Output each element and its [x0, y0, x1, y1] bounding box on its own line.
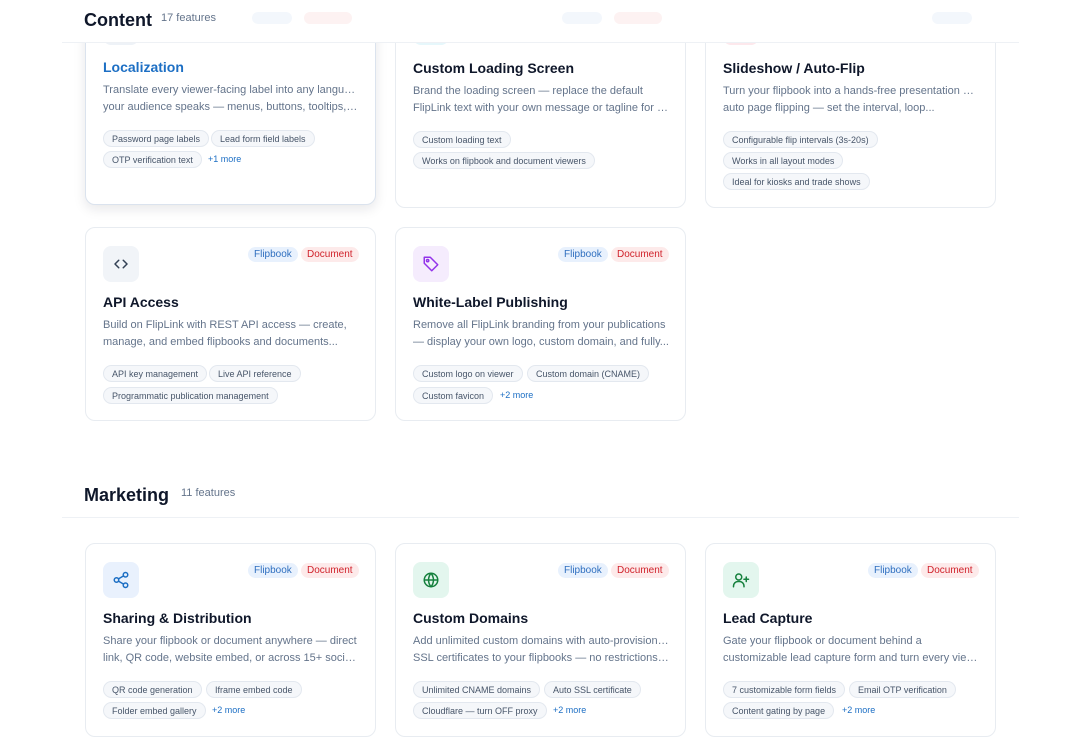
card-title: Sharing & Distribution: [103, 610, 252, 626]
feature-card-lead-capture[interactable]: Flipbook Document Lead Capture Gate your…: [705, 543, 996, 737]
feature-tag: Works on flipbook and document viewers: [413, 152, 595, 169]
more-tags-link[interactable]: +2 more: [212, 702, 245, 719]
section-title: Marketing: [84, 485, 170, 505]
card-description: Gate your flipbook or document behind a …: [723, 635, 979, 664]
section-header-marketing: Marketing 11 features: [62, 475, 1019, 518]
card-description: Build on FlipLink with REST API access —…: [103, 319, 347, 348]
card-description: Share your flipbook or document anywhere…: [103, 635, 359, 664]
feature-tag: Ideal for kiosks and trade shows: [723, 173, 870, 190]
flipbook-badge: Flipbook: [868, 563, 918, 578]
document-badge: Document: [301, 247, 359, 262]
user-plus-icon: [723, 562, 759, 598]
feature-card-custom-domains[interactable]: Flipbook Document Custom Domains Add unl…: [395, 543, 686, 737]
feature-tag: Configurable flip intervals (3s-20s): [723, 131, 878, 148]
flipbook-badge: Flipbook: [248, 247, 298, 262]
feature-tag: OTP verification text: [103, 151, 202, 168]
feature-tag: API key management: [103, 365, 208, 382]
feature-tag: Auto SSL certificate: [544, 681, 641, 698]
card-title: Custom Domains: [413, 610, 529, 626]
feature-tag: Custom logo on viewer: [413, 365, 523, 382]
feature-card-sharing[interactable]: Flipbook Document Sharing & Distribution…: [85, 543, 376, 737]
feature-tag: QR code generation: [103, 681, 202, 698]
feature-card-white-label[interactable]: Flipbook Document White-Label Publishing…: [395, 227, 686, 421]
card-description: Turn your flipbook into a hands-free pre…: [723, 85, 979, 114]
card-title: API Access: [103, 294, 179, 310]
card-description: Add unlimited custom domains with auto-p…: [413, 635, 669, 664]
feature-card-api-access[interactable]: Flipbook Document API Access Build on Fl…: [85, 227, 376, 421]
globe-icon: [413, 562, 449, 598]
feature-tag: Live API reference: [209, 365, 301, 382]
faded-badge: [562, 12, 602, 24]
feature-tag: Iframe embed code: [206, 681, 302, 698]
document-badge: Document: [301, 563, 359, 578]
feature-tag: Works in all layout modes: [723, 152, 844, 169]
feature-tag: 7 customizable form fields: [723, 681, 846, 698]
feature-tag: Custom loading text: [413, 131, 511, 148]
feature-tag: Unlimited CNAME domains: [413, 681, 541, 698]
more-tags-link[interactable]: +1 more: [208, 151, 241, 168]
tag-icon: [413, 246, 449, 282]
card-description: Translate every viewer-facing label into…: [103, 84, 359, 113]
feature-tag: Folder embed gallery: [103, 702, 206, 719]
feature-tag: Custom domain (CNAME): [527, 365, 650, 382]
feature-count: 17 features: [161, 12, 217, 24]
code-icon: [103, 246, 139, 282]
feature-tag: Password page labels: [103, 130, 210, 147]
flipbook-badge: Flipbook: [558, 247, 608, 262]
card-title: Localization: [103, 59, 184, 75]
more-tags-link[interactable]: +2 more: [553, 702, 586, 719]
faded-badge: [614, 12, 662, 24]
section-title: Content: [84, 10, 152, 30]
card-title: White-Label Publishing: [413, 294, 568, 310]
card-title: Lead Capture: [723, 610, 813, 626]
card-title: Slideshow / Auto-Flip: [723, 60, 865, 76]
share-icon: [103, 562, 139, 598]
document-badge: Document: [921, 563, 979, 578]
card-description: Remove all FlipLink branding from your p…: [413, 319, 669, 348]
feature-tag: Cloudflare — turn OFF proxy: [413, 702, 547, 719]
document-badge: Document: [611, 247, 669, 262]
faded-badge: [932, 12, 972, 24]
flipbook-badge: Flipbook: [558, 563, 608, 578]
more-tags-link[interactable]: +2 more: [500, 387, 533, 404]
feature-tag: Lead form field labels: [211, 130, 315, 147]
card-description: Brand the loading screen — replace the d…: [413, 85, 669, 114]
feature-tag: Email OTP verification: [849, 681, 956, 698]
document-badge: Document: [611, 563, 669, 578]
card-title: Custom Loading Screen: [413, 60, 575, 76]
feature-tag: Programmatic publication management: [103, 387, 278, 404]
section-header-content: Content 17 features: [62, 0, 1019, 43]
feature-count: 11 features: [181, 487, 236, 499]
faded-badge: [252, 12, 292, 24]
more-tags-link[interactable]: +2 more: [842, 702, 875, 719]
feature-tag: Content gating by page: [723, 702, 835, 719]
flipbook-badge: Flipbook: [248, 563, 298, 578]
faded-badge: [304, 12, 352, 24]
feature-tag: Custom favicon: [413, 387, 494, 404]
